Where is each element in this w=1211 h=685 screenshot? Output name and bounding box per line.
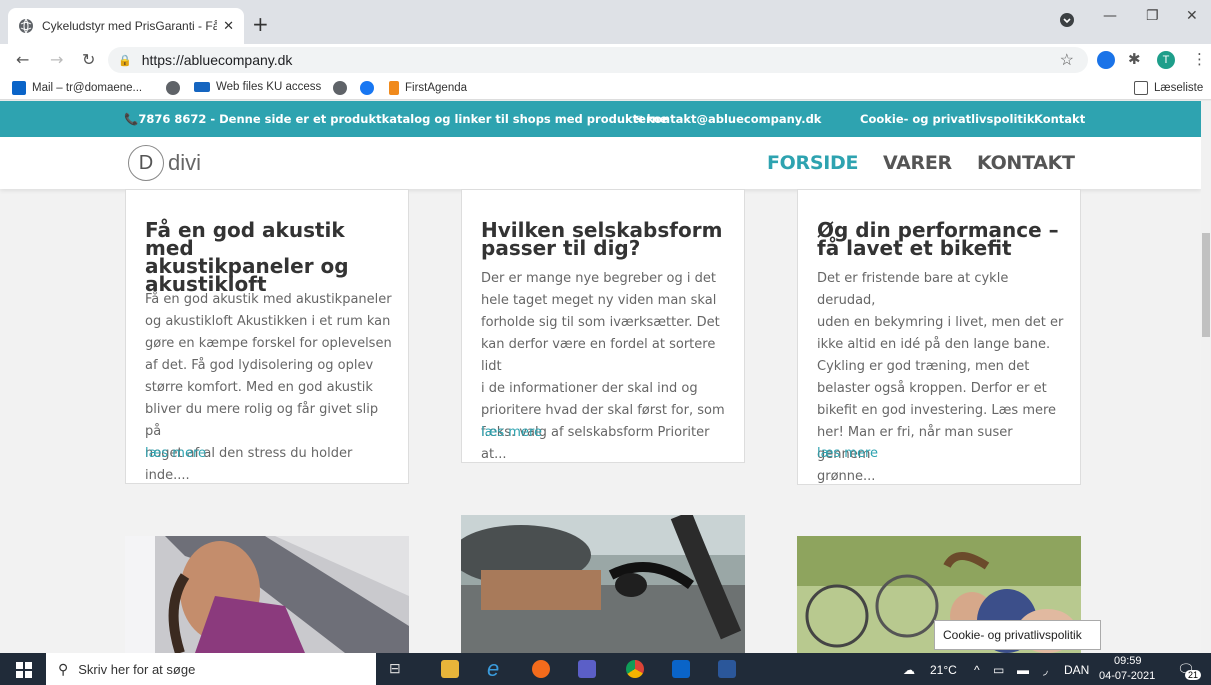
task-view-icon[interactable]: ⊟ <box>389 660 401 677</box>
weather-temp[interactable]: 21°C <box>930 663 957 677</box>
globe-icon <box>333 81 347 95</box>
bookmark-star-icon[interactable]: ☆ <box>1060 50 1074 70</box>
logo-circle: D <box>128 145 164 181</box>
notification-count: 21 <box>1185 670 1202 680</box>
browser-tab[interactable]: Cykeludstyr med PrisGaranti - Få ✕ <box>8 8 244 44</box>
cookie-link[interactable]: Cookie- og privatlivspolitik <box>860 112 1034 126</box>
reload-icon[interactable]: ↻ <box>82 50 95 69</box>
tab-title: Cykeludstyr med PrisGaranti - Få <box>42 19 218 33</box>
globe-icon <box>166 81 180 95</box>
windows-start-icon[interactable] <box>16 662 32 678</box>
close-tab-icon[interactable]: ✕ <box>223 19 234 34</box>
url-field[interactable]: 🔒 https://abluecompany.dk ☆ <box>108 47 1088 73</box>
firstagenda-icon <box>389 81 399 95</box>
phone-info[interactable]: 📞7876 8672 - Denne side er et produktkat… <box>124 112 668 126</box>
search-placeholder: Skriv her for at søge <box>78 661 196 677</box>
restore-icon[interactable]: ❐ <box>1146 8 1159 24</box>
bookmark-label: FirstAgenda <box>405 82 468 94</box>
chrome-icon[interactable] <box>626 660 644 678</box>
lock-icon: 🔒 <box>118 54 132 67</box>
card-title[interactable]: Få en god akustik med akustikpaneler og … <box>145 220 395 294</box>
taskbar-search-input[interactable]: ⚲ Skriv her for at søge <box>46 653 376 685</box>
battery-icon[interactable]: ▬ <box>1017 663 1029 677</box>
kebab-menu-icon[interactable]: ⋮ <box>1192 50 1207 68</box>
nav-forside[interactable]: FORSIDE <box>767 152 858 174</box>
blog-card: Få en god akustik med akustikpaneler og … <box>125 189 409 484</box>
woman-photo <box>125 536 409 653</box>
profile-menu-icon[interactable] <box>1060 13 1074 27</box>
read-more-link[interactable]: læs mere <box>145 446 206 461</box>
cyclist-photo <box>461 515 745 653</box>
card-title[interactable]: Øg din performance – få lavet et bikefit <box>817 220 1067 258</box>
language-indicator[interactable]: DAN <box>1064 663 1089 677</box>
clock-time[interactable]: 09:59 <box>1114 655 1142 667</box>
site-logo[interactable]: D divi <box>128 145 201 181</box>
clock-date[interactable]: 04-07-2021 <box>1099 670 1155 682</box>
nav-kontakt[interactable]: KONTAKT <box>977 152 1075 174</box>
reading-list-button[interactable]: Læseliste <box>1134 81 1203 95</box>
globe-icon <box>19 18 33 34</box>
site-topbar: 📞7876 8672 - Denne side er et produktkat… <box>0 101 1201 137</box>
cookie-tooltip: Cookie- og privatlivspolitik <box>934 620 1101 650</box>
new-tab-button[interactable]: + <box>252 12 269 36</box>
bookmark-facebook[interactable] <box>360 81 380 95</box>
outlook-icon <box>12 81 26 95</box>
bookmark-globe-2[interactable] <box>333 81 353 95</box>
firefox-icon[interactable] <box>532 660 550 678</box>
blog-card: Øg din performance – få lavet et bikefit… <box>797 189 1081 485</box>
bookmark-label: Web files KU access <box>216 81 322 93</box>
webfiles-icon <box>194 82 210 92</box>
read-more-link[interactable]: læs mere <box>817 446 878 461</box>
site-header: D divi FORSIDE VARER KONTAKT <box>0 137 1201 189</box>
puzzle-icon[interactable]: ✱ <box>1128 50 1141 68</box>
network-icon[interactable]: ▭ <box>993 663 1004 677</box>
bookmark-firstagenda[interactable]: FirstAgenda <box>389 81 467 95</box>
forward-icon[interactable]: → <box>50 50 63 69</box>
weather-icon[interactable]: ☁ <box>903 663 915 677</box>
word-icon[interactable] <box>718 660 736 678</box>
website-viewport: 📞7876 8672 - Denne side er et produktkat… <box>0 101 1201 653</box>
bookmark-webfiles[interactable]: Web files KU access <box>194 81 321 93</box>
outlook-icon[interactable] <box>672 660 690 678</box>
reading-list-label: Læseliste <box>1154 82 1204 94</box>
teams-icon[interactable] <box>578 660 596 678</box>
bookmark-label: Mail – tr@domaene... <box>32 82 143 94</box>
extension-icon[interactable] <box>1097 51 1115 69</box>
wifi-icon[interactable]: ◞ <box>1043 663 1048 677</box>
bookmarks-bar: Mail – tr@domaene... Web files KU access… <box>0 76 1211 100</box>
card-title[interactable]: Hvilken selskabsform passer til dig? <box>481 220 731 258</box>
windows-taskbar: ⚲ Skriv her for at søge ⊟ e ☁ 21°C ^ ▭ ▬… <box>0 653 1211 685</box>
edge-icon[interactable]: e <box>487 656 505 681</box>
search-icon: ⚲ <box>58 660 69 677</box>
profile-avatar[interactable]: T <box>1157 51 1175 69</box>
minimize-icon[interactable]: — <box>1103 8 1117 24</box>
blog-card: Hvilken selskabsform passer til dig? Der… <box>461 189 745 463</box>
blog-image-woman[interactable] <box>125 536 409 653</box>
window-close-icon[interactable]: ✕ <box>1186 8 1198 24</box>
file-explorer-icon[interactable] <box>441 660 459 678</box>
back-icon[interactable]: ← <box>16 50 29 69</box>
scrollbar-thumb[interactable] <box>1202 233 1210 337</box>
blog-image-cyclist[interactable] <box>461 515 745 653</box>
address-bar-row: ← → ↻ 🔒 https://abluecompany.dk ☆ ✱ T ⋮ <box>0 44 1211 76</box>
page-scrollbar[interactable] <box>1201 101 1211 653</box>
tray-chevron-icon[interactable]: ^ <box>974 663 980 677</box>
read-more-link[interactable]: læs mere <box>481 425 542 440</box>
browser-tab-strip: Cykeludstyr med PrisGaranti - Få ✕ + — ❐… <box>0 0 1211 44</box>
bookmark-globe[interactable] <box>166 81 186 95</box>
bookmark-mail[interactable]: Mail – tr@domaene... <box>12 81 142 95</box>
logo-word: divi <box>168 150 202 175</box>
email-link[interactable]: ✉ kontakt@abluecompany.dk <box>633 112 821 126</box>
url-text: https://abluecompany.dk <box>141 52 293 68</box>
reading-list-icon <box>1134 81 1148 95</box>
facebook-icon <box>360 81 374 95</box>
nav-varer[interactable]: VARER <box>883 152 952 174</box>
contact-link[interactable]: Kontakt <box>1034 112 1085 126</box>
